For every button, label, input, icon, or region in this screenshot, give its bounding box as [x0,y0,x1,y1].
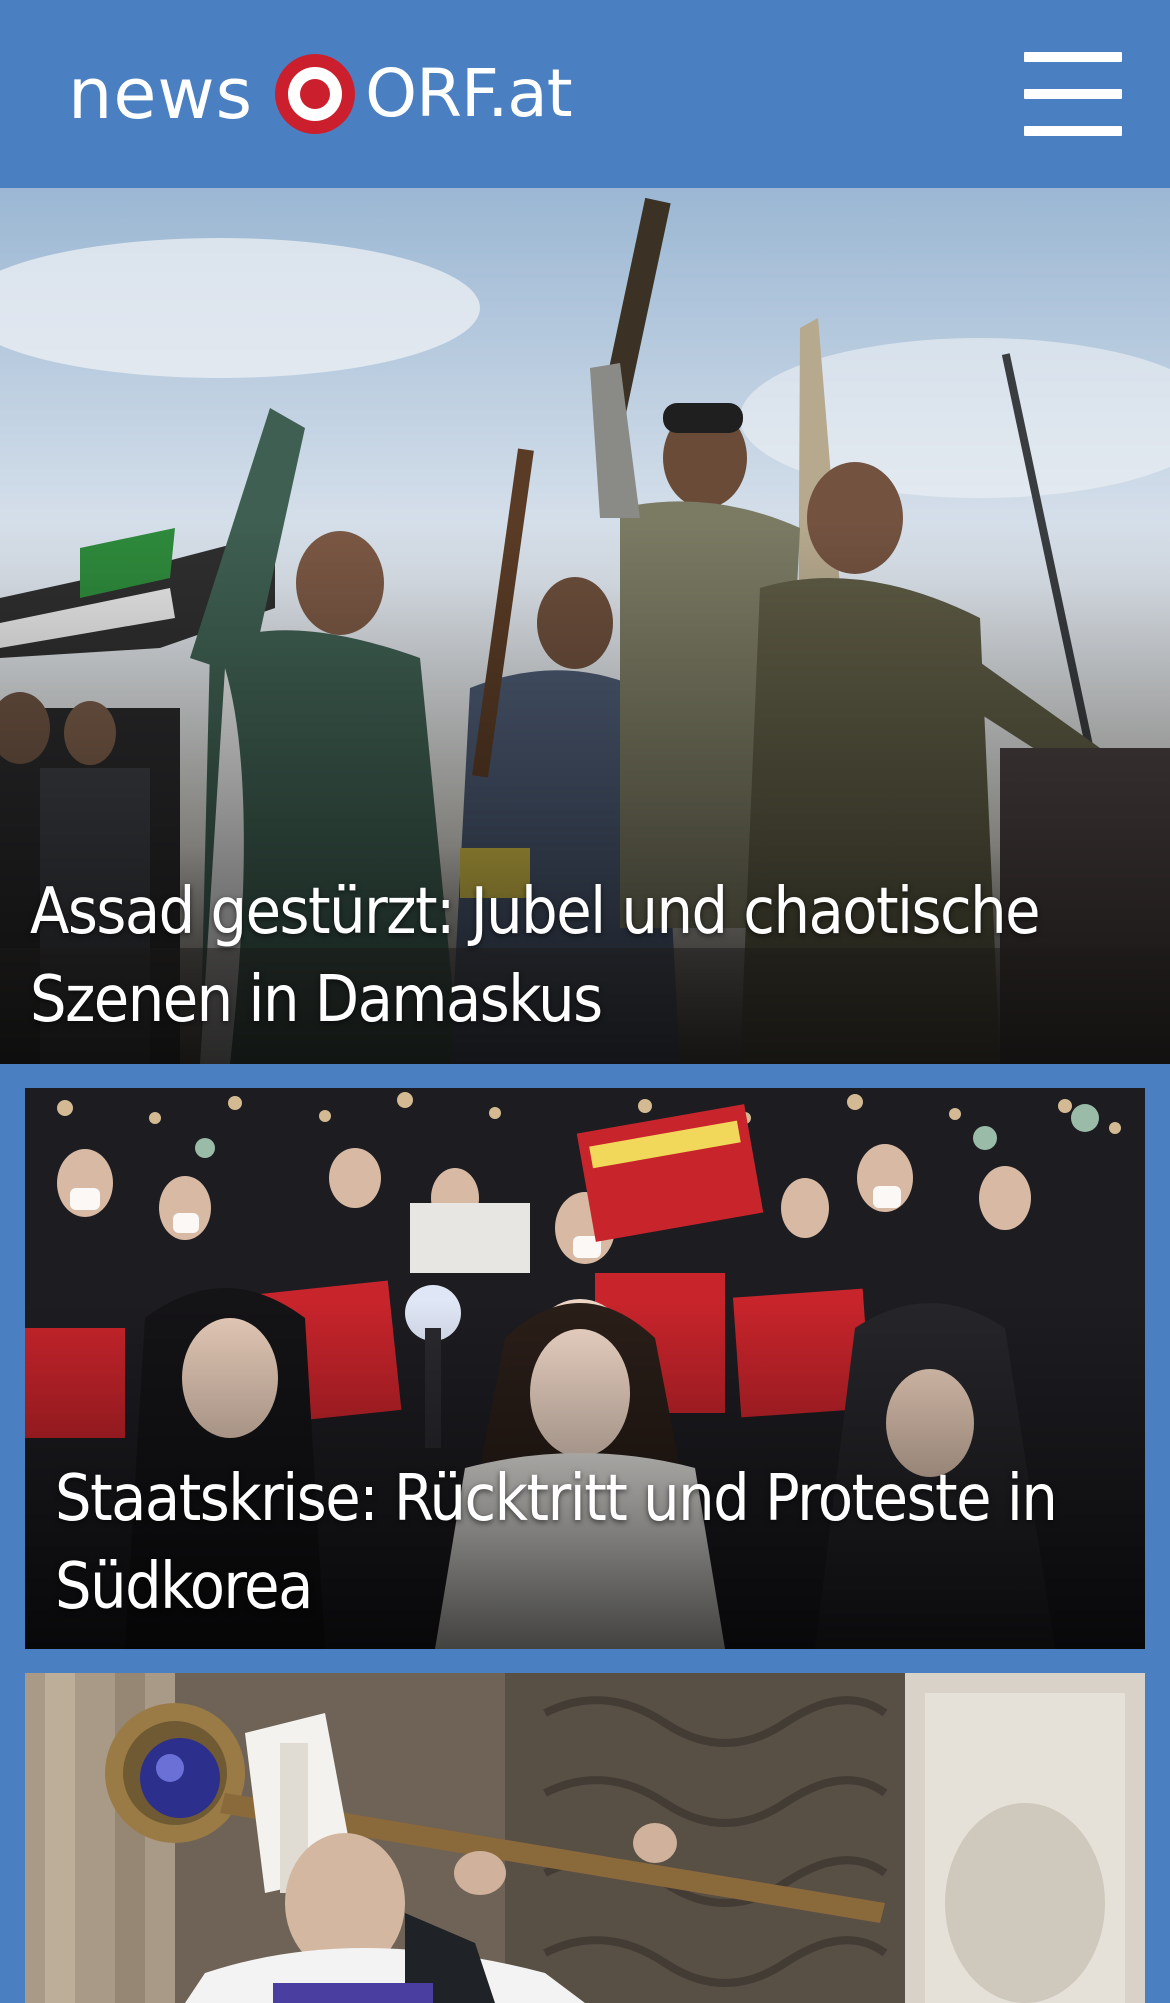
story-headline: Assad gestürzt: Jubel und chaotische Sze… [30,875,1041,1037]
top-bar: news ORF.at [0,0,1170,188]
orf-target-icon [275,54,356,134]
news-orf-logo[interactable]: news ORF.at [68,48,573,140]
bishop-crozier-photo [25,1673,1145,2003]
story-headline: Staatskrise: Rücktritt und Proteste in S… [55,1462,1058,1624]
hamburger-menu-icon[interactable] [1024,52,1122,136]
logo-orf-text: ORF.at [365,55,572,132]
story-card-bishop[interactable] [25,1673,1145,2003]
logo-news-text: news [68,53,254,135]
story-card-syria[interactable]: Assad gestürzt: Jubel und chaotische Sze… [0,188,1170,1064]
story-card-south-korea[interactable]: Staatskrise: Rücktritt und Proteste in S… [25,1088,1145,1649]
